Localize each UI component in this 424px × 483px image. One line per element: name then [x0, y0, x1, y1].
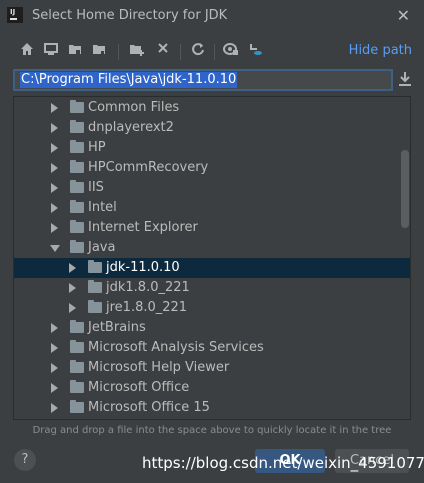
download-icon[interactable]: [398, 71, 412, 87]
expand-arrow-right-icon[interactable]: [51, 383, 58, 393]
module-folder-icon[interactable]: [90, 42, 108, 60]
tree-row[interactable]: Internet Explorer: [14, 218, 410, 238]
expand-arrow-right-icon[interactable]: [51, 143, 58, 153]
tree-row[interactable]: Microsoft Office 15: [14, 398, 410, 418]
toolbar-separator: [118, 44, 119, 60]
tree-row[interactable]: jdk1.8.0_221: [14, 278, 410, 298]
window-title: Select Home Directory for JDK: [32, 8, 228, 23]
tree-row[interactable]: JetBrains: [14, 318, 410, 338]
toolbar: Hide path: [0, 40, 424, 64]
new-folder-icon[interactable]: [128, 42, 146, 60]
toolbar-separator: [214, 44, 215, 60]
refresh-icon[interactable]: [189, 42, 207, 60]
folder-icon: [70, 400, 84, 413]
tree-row[interactable]: HPCommRecovery: [14, 158, 410, 178]
drag-drop-hint: Drag and drop a file into the space abov…: [32, 425, 392, 436]
folder-icon: [70, 340, 84, 353]
folder-icon: [70, 380, 84, 393]
close-icon[interactable]: ✕: [397, 6, 410, 25]
tree-row-label: Common Files: [88, 100, 180, 115]
expand-arrow-right-icon[interactable]: [51, 183, 58, 193]
tree-row[interactable]: HP: [14, 138, 410, 158]
expand-arrow-right-icon[interactable]: [51, 163, 58, 173]
expand-arrow-right-icon[interactable]: [69, 263, 76, 273]
expand-arrow-down-icon[interactable]: [50, 245, 60, 252]
tree-row-label: Internet Explorer: [88, 220, 198, 235]
tree-row[interactable]: jre1.8.0_221: [14, 298, 410, 318]
tree-row-label: Microsoft Office: [88, 380, 190, 395]
folder-icon: [70, 240, 84, 253]
folder-icon: [88, 260, 102, 273]
tree-row-label: Java: [88, 240, 116, 255]
title-bar: IJ Select Home Directory for JDK ✕: [0, 0, 424, 32]
tree-row-label: HPCommRecovery: [88, 160, 209, 175]
tree-row[interactable]: Intel: [14, 198, 410, 218]
expand-arrow-right-icon[interactable]: [51, 343, 58, 353]
folder-icon: [70, 180, 84, 193]
expand-arrow-right-icon[interactable]: [51, 363, 58, 373]
path-selected-text: C:\Program Files\Java\jdk-11.0.10: [20, 72, 238, 88]
folder-icon: [70, 160, 84, 173]
expand-arrow-right-icon[interactable]: [51, 323, 58, 333]
directory-tree[interactable]: Common Files dnplayerext2 HP HPCommRecovery…: [13, 96, 411, 420]
tree-row[interactable]: IIS: [14, 178, 410, 198]
desktop-icon[interactable]: [42, 42, 60, 60]
intellij-app-icon: IJ: [7, 7, 23, 23]
tree-row[interactable]: Microsoft Analysis Services: [14, 338, 410, 358]
folder-icon: [70, 120, 84, 133]
folder-icon: [88, 300, 102, 313]
project-folder-icon[interactable]: [66, 42, 84, 60]
tree-row[interactable]: dnplayerext2: [14, 118, 410, 138]
tree-row[interactable]: Microsoft Help Viewer: [14, 358, 410, 378]
delete-icon[interactable]: [154, 42, 172, 60]
collapse-icon[interactable]: [246, 42, 264, 60]
tree-row-label: Intel: [88, 200, 117, 215]
folder-icon: [70, 360, 84, 373]
hide-path-link[interactable]: Hide path: [349, 43, 412, 58]
expand-arrow-right-icon[interactable]: [51, 123, 58, 133]
tree-row-label: jdk1.8.0_221: [106, 280, 190, 295]
folder-icon: [70, 200, 84, 213]
tree-row-label: Microsoft Help Viewer: [88, 360, 230, 375]
tree-row-label: jre1.8.0_221: [106, 300, 188, 315]
folder-icon: [88, 280, 102, 293]
folder-icon: [70, 220, 84, 233]
expand-arrow-right-icon[interactable]: [51, 103, 58, 113]
expand-arrow-right-icon[interactable]: [69, 303, 76, 313]
help-button[interactable]: ?: [14, 449, 36, 471]
expand-arrow-right-icon[interactable]: [51, 403, 58, 413]
tree-row-label: Microsoft Analysis Services: [88, 340, 264, 355]
expand-arrow-right-icon[interactable]: [69, 283, 76, 293]
tree-row-label: IIS: [88, 180, 104, 195]
tree-row[interactable]: Microsoft Office: [14, 378, 410, 398]
expand-arrow-right-icon[interactable]: [51, 203, 58, 213]
path-field[interactable]: C:\Program Files\Java\jdk-11.0.10: [13, 69, 393, 91]
tree-row-label: JetBrains: [88, 320, 146, 335]
tree-row-label: HP: [88, 140, 106, 155]
folder-icon: [70, 140, 84, 153]
tree-row[interactable]: Java: [14, 238, 410, 258]
tree-row[interactable]: Common Files: [14, 98, 410, 118]
home-icon[interactable]: [18, 42, 36, 60]
folder-icon: [70, 100, 84, 113]
tree-row-label: dnplayerext2: [88, 120, 174, 135]
expand-arrow-right-icon[interactable]: [51, 223, 58, 233]
watermark-text: https://blog.csdn.net/weixin_45910779: [142, 454, 424, 472]
tree-scrollbar-thumb[interactable]: [401, 150, 409, 228]
folder-icon: [70, 320, 84, 333]
show-hidden-icon[interactable]: [222, 42, 240, 60]
tree-row-label: jdk-11.0.10: [106, 260, 180, 275]
toolbar-separator: [180, 44, 181, 60]
tree-row-label: Microsoft Office 15: [88, 400, 210, 415]
tree-row[interactable]: jdk-11.0.10: [14, 258, 410, 278]
